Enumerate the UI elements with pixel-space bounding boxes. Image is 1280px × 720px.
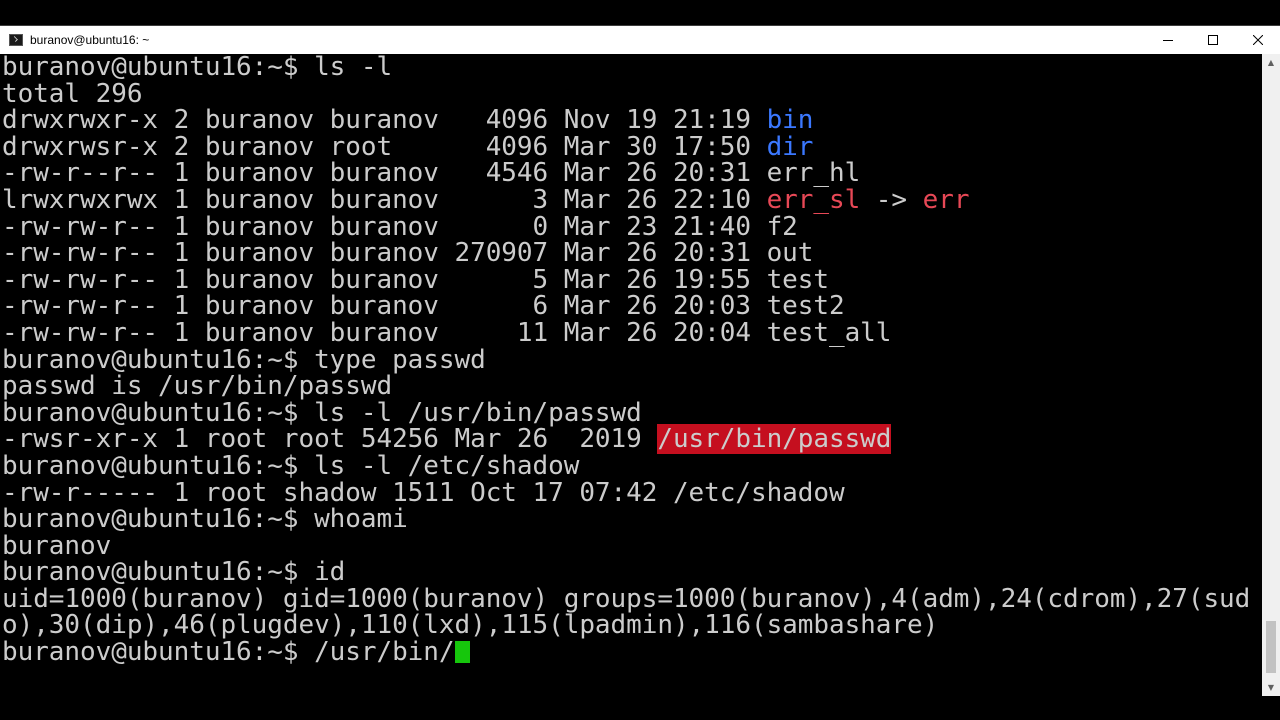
- terminal-text: uid=1000(buranov) gid=1000(buranov) grou…: [2, 583, 1251, 614]
- terminal-text: buranov@ubuntu16:~$ ls -l /etc/shadow: [2, 450, 580, 481]
- terminal-text: -rw-r----- 1 root shadow 1511 Oct 17 07:…: [2, 477, 845, 508]
- terminal-text: buranov@ubuntu16:~$ whoami: [2, 504, 408, 535]
- maximize-icon: [1207, 35, 1218, 45]
- terminal-text: o),30(dip),46(plugdev),110(lxd),115(lpad…: [2, 610, 939, 641]
- window-title: buranov@ubuntu16: ~: [30, 33, 150, 47]
- terminal-line: lrwxrwxrwx 1 buranov buranov 3 Mar 26 22…: [2, 187, 1250, 214]
- terminal-line: -rw-rw-r-- 1 buranov buranov 270907 Mar …: [2, 240, 1250, 267]
- terminal-line: drwxrwxr-x 2 buranov buranov 4096 Nov 19…: [2, 107, 1250, 134]
- scroll-up-arrow[interactable]: ▲: [1262, 54, 1280, 71]
- maximize-button[interactable]: [1190, 26, 1235, 54]
- terminal-text: buranov@ubuntu16:~$ ls -l /usr/bin/passw…: [2, 397, 642, 428]
- terminal-text: -rw-rw-r-- 1 buranov buranov 270907 Mar …: [2, 238, 814, 269]
- terminal-text: -rw-rw-r-- 1 buranov buranov 11 Mar 26 2…: [2, 317, 892, 348]
- terminal-lines: buranov@ubuntu16:~$ ls -l total 296 drwxrw…: [2, 54, 1250, 666]
- window-controls: [1145, 26, 1280, 54]
- terminal-text: ->: [860, 184, 923, 215]
- terminal-text: passwd is /usr/bin/passwd: [2, 371, 393, 402]
- terminal-text: total 296: [2, 78, 143, 109]
- terminal-line: buranov@ubuntu16:~$ type passwd: [2, 344, 1250, 375]
- terminal-line: uid=1000(buranov) gid=1000(buranov) grou…: [2, 586, 1250, 613]
- terminal-text: /usr/bin/passwd: [657, 424, 892, 455]
- terminal-text: buranov@ubuntu16:~$ type passwd: [2, 344, 486, 375]
- terminal-line: -rw-rw-r-- 1 buranov buranov 0 Mar 23 21…: [2, 211, 1250, 242]
- text-cursor: [454, 641, 470, 664]
- terminal-line: -rw-r----- 1 root shadow 1511 Oct 17 07:…: [2, 477, 1250, 508]
- title-bar[interactable]: buranov@ubuntu16: ~: [0, 26, 1280, 54]
- vertical-scrollbar[interactable]: ▲ ▼: [1262, 54, 1280, 696]
- close-button[interactable]: [1235, 26, 1280, 54]
- terminal-line: o),30(dip),46(plugdev),110(lxd),115(lpad…: [2, 612, 1250, 639]
- terminal-line: buranov: [2, 530, 1250, 561]
- close-icon: [1252, 35, 1263, 45]
- terminal-text: buranov@ubuntu16:~$ id: [2, 557, 346, 588]
- terminal-line: buranov@ubuntu16:~$ ls -l /usr/bin/passw…: [2, 397, 1250, 428]
- scroll-down-arrow[interactable]: ▼: [1262, 679, 1280, 696]
- minimize-button[interactable]: [1145, 26, 1190, 54]
- terminal-text: err_sl: [766, 184, 861, 215]
- terminal-text: buranov: [2, 530, 112, 561]
- terminal-output[interactable]: buranov@ubuntu16:~$ ls -l total 296 drwxrw…: [0, 54, 1262, 696]
- terminal-text: bin: [766, 105, 814, 136]
- terminal-line: total 296: [2, 78, 1250, 109]
- terminal-line: buranov@ubuntu16:~$ /usr/bin/: [2, 639, 1250, 666]
- terminal-line: buranov@ubuntu16:~$ ls -l: [2, 54, 1250, 81]
- terminal-line: -rw-rw-r-- 1 buranov buranov 6 Mar 26 20…: [2, 293, 1250, 320]
- terminal-text: -rw-r--r-- 1 buranov buranov 4546 Mar 26…: [2, 158, 861, 189]
- terminal-line: -rw-r--r-- 1 buranov buranov 4546 Mar 26…: [2, 160, 1250, 187]
- terminal-line: buranov@ubuntu16:~$ whoami: [2, 506, 1250, 533]
- terminal-line: -rw-rw-r-- 1 buranov buranov 5 Mar 26 19…: [2, 264, 1250, 295]
- terminal-text: dir: [766, 131, 814, 162]
- terminal-line: buranov@ubuntu16:~$ ls -l /etc/shadow: [2, 453, 1250, 480]
- terminal-text: lrwxrwxrwx 1 buranov buranov 3 Mar 26 22…: [2, 184, 767, 215]
- terminal-line: passwd is /usr/bin/passwd: [2, 373, 1250, 400]
- terminal-line: -rw-rw-r-- 1 buranov buranov 11 Mar 26 2…: [2, 320, 1250, 347]
- terminal-line: -rwsr-xr-x 1 root root 54256 Mar 26 2019…: [2, 424, 1250, 455]
- terminal-window: buranov@ubuntu16: ~ buranov@ubuntu16:~$ …: [0, 25, 1280, 696]
- terminal-text: -rw-rw-r-- 1 buranov buranov 5 Mar 26 19…: [2, 264, 829, 295]
- terminal-text: -rw-rw-r-- 1 buranov buranov 6 Mar 26 20…: [2, 291, 845, 322]
- terminal-text: -rwsr-xr-x 1 root root 54256 Mar 26 2019: [2, 424, 658, 455]
- terminal-text: buranov@ubuntu16:~$ /usr/bin/: [2, 637, 455, 668]
- terminal-text: drwxrwsr-x 2 buranov root 4096 Mar 30 17…: [2, 131, 767, 162]
- minimize-icon: [1162, 40, 1173, 41]
- terminal-text: err: [922, 184, 970, 215]
- terminal-text: -rw-rw-r-- 1 buranov buranov 0 Mar 23 21…: [2, 211, 798, 242]
- terminal-app-icon: [9, 34, 23, 46]
- terminal-line: buranov@ubuntu16:~$ id: [2, 559, 1250, 586]
- scrollbar-thumb[interactable]: [1266, 621, 1276, 673]
- terminal-line: drwxrwsr-x 2 buranov root 4096 Mar 30 17…: [2, 131, 1250, 162]
- terminal-text: drwxrwxr-x 2 buranov buranov 4096 Nov 19…: [2, 105, 767, 136]
